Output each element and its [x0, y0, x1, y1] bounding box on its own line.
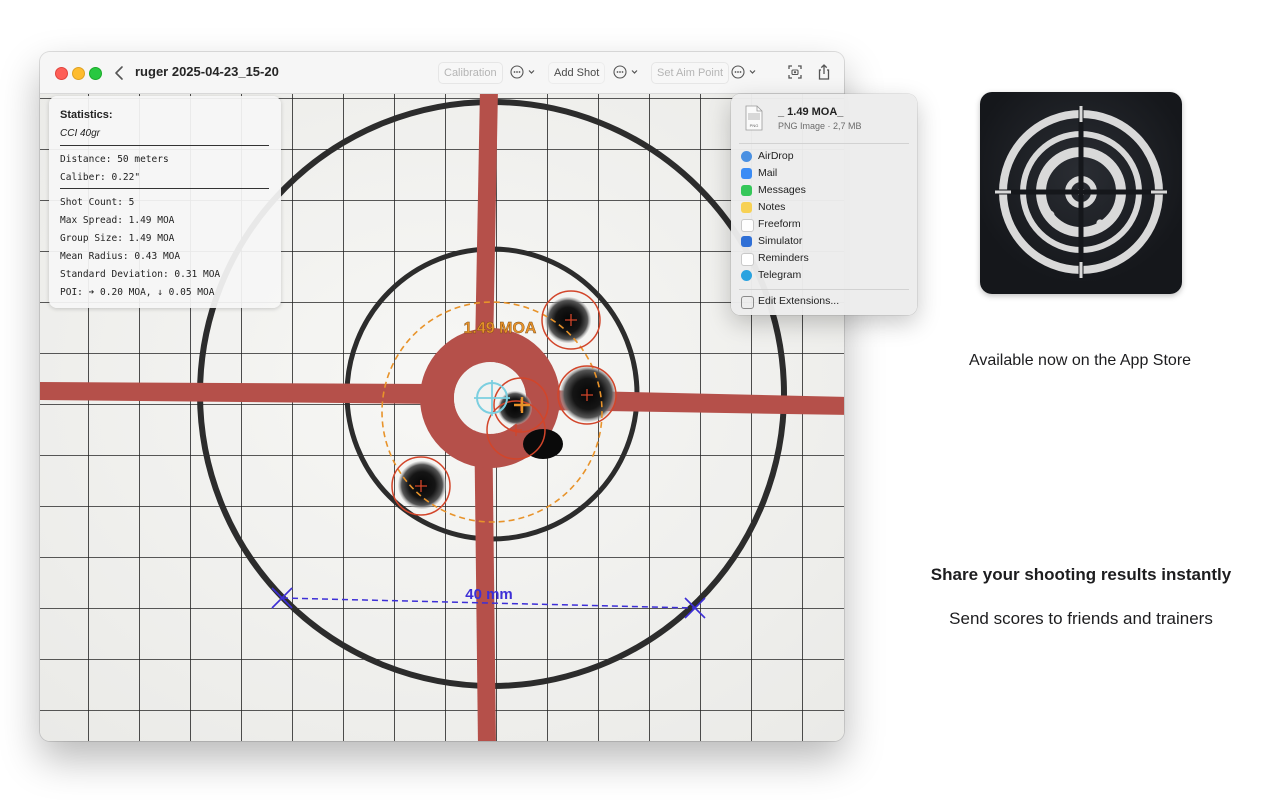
set-aim-point-button[interactable]: Set Aim Point — [651, 62, 730, 84]
app-window: ruger 2025-04-23_15-20 Calibration Add S… — [40, 52, 844, 741]
promo-subline: Send scores to friends and trainers — [949, 609, 1213, 628]
close-window-button[interactable] — [55, 67, 68, 80]
shot-count-stat: Shot Count: 5 — [60, 197, 135, 208]
viewfinder-icon — [788, 65, 802, 79]
share-icon — [818, 64, 830, 80]
share-button[interactable] — [814, 62, 834, 82]
group-size-label: 1.49 MOA — [464, 320, 537, 337]
shared-file-name: _ 1.49 MOA_ — [778, 106, 844, 118]
file-type-badge: PNG — [750, 123, 759, 128]
telegram-icon — [741, 270, 752, 281]
divider — [739, 289, 909, 290]
share-notes[interactable]: Notes — [738, 200, 910, 216]
standard-deviation-stat: Standard Deviation: 0.31 MOA — [60, 269, 221, 280]
mail-icon — [741, 168, 752, 179]
target-logo-icon — [995, 106, 1167, 278]
ammo-label: CCI 40gr — [60, 128, 101, 139]
titlebar: ruger 2025-04-23_15-20 Calibration Add S… — [40, 52, 844, 94]
ellipsis-circle-icon — [613, 65, 638, 79]
share-simulator[interactable]: Simulator — [738, 234, 910, 250]
simulator-icon — [741, 236, 752, 247]
extensions-icon — [741, 296, 754, 309]
availability-text: Available now on the App Store — [968, 352, 1192, 369]
airdrop-icon — [741, 151, 752, 162]
png-file-icon: PNG — [745, 105, 763, 131]
reminders-icon — [741, 253, 754, 266]
share-messages[interactable]: Messages — [738, 183, 910, 199]
aim-point-options-menu[interactable] — [730, 63, 760, 81]
messages-icon — [741, 185, 752, 196]
screenshot-button[interactable] — [785, 62, 805, 82]
divider — [739, 143, 909, 144]
ellipsis-circle-icon — [731, 65, 756, 79]
divider — [60, 145, 269, 146]
scale-label: 40 mm — [465, 586, 513, 603]
notes-icon — [741, 202, 752, 213]
promo-headline: Share your shooting results instantly — [930, 565, 1232, 584]
share-mail[interactable]: Mail — [738, 166, 910, 182]
statistics-title: Statistics: — [60, 109, 113, 121]
group-size-stat: Group Size: 1.49 MOA — [60, 233, 175, 244]
back-button[interactable] — [110, 63, 130, 83]
mean-radius-stat: Mean Radius: 0.43 MOA — [60, 251, 181, 262]
calibration-button[interactable]: Calibration — [438, 62, 503, 84]
add-shot-button[interactable]: Add Shot — [548, 62, 606, 84]
freeform-icon — [741, 219, 754, 232]
share-menu: PNG _ 1.49 MOA_ PNG Image · 2,7 MB AirDr… — [731, 94, 917, 315]
distance-stat: Distance: 50 meters — [60, 154, 169, 165]
app-icon — [980, 92, 1182, 294]
share-telegram[interactable]: Telegram — [738, 268, 910, 284]
share-reminders[interactable]: Reminders — [738, 251, 910, 267]
ellipsis-circle-icon — [510, 65, 535, 79]
zoom-window-button[interactable] — [89, 67, 102, 80]
divider — [60, 188, 269, 189]
add-shot-options-menu[interactable] — [612, 63, 642, 81]
statistics-panel: Statistics: CCI 40gr Distance: 50 meters… — [49, 96, 281, 308]
shared-file-meta: PNG Image · 2,7 MB — [778, 121, 862, 131]
window-title: ruger 2025-04-23_15-20 — [135, 64, 279, 79]
max-spread-stat: Max Spread: 1.49 MOA — [60, 215, 175, 226]
minimize-window-button[interactable] — [72, 67, 85, 80]
calibration-options-menu[interactable] — [509, 63, 539, 81]
edit-extensions-item[interactable]: Edit Extensions... — [738, 294, 910, 310]
chevron-left-icon — [115, 66, 123, 80]
share-airdrop[interactable]: AirDrop — [738, 149, 910, 165]
poi-stat: POI: ➔ 0.20 MOA, ↓ 0.05 MOA — [60, 287, 215, 298]
share-freeform[interactable]: Freeform — [738, 217, 910, 233]
caliber-stat: Caliber: 0.22" — [60, 172, 141, 183]
